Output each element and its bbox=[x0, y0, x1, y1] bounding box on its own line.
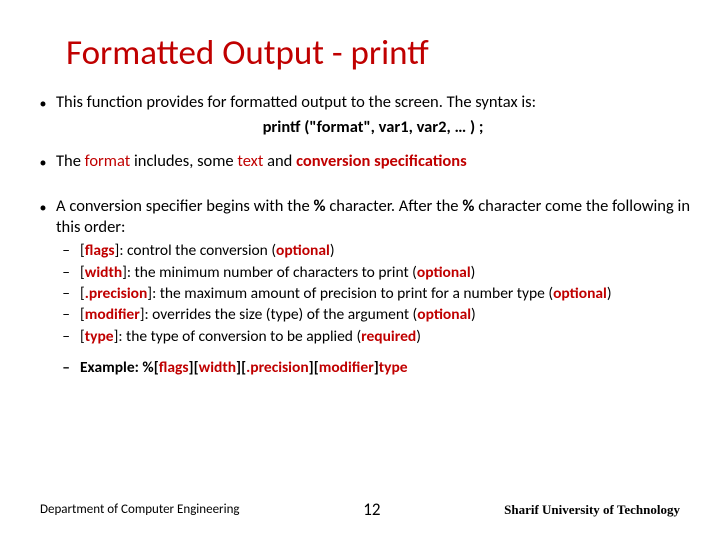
kw: type bbox=[85, 327, 114, 346]
footer-univ: Sharif University of Technology bbox=[504, 502, 680, 518]
dash: – bbox=[30, 327, 80, 346]
txt: : the type of conversion to be applied ( bbox=[118, 327, 361, 346]
kw: modifier bbox=[319, 358, 374, 377]
opt: optional bbox=[417, 305, 471, 324]
kw: width bbox=[85, 263, 122, 282]
footer: Department of Computer Engineering 12 Sh… bbox=[40, 499, 680, 520]
txt: : control the conversion ( bbox=[119, 241, 276, 260]
txt: includes, some bbox=[130, 151, 237, 171]
sub-example: – Example: %[flags][width][.precision][m… bbox=[30, 358, 690, 377]
kw: flags bbox=[85, 241, 115, 260]
txt: character. After the bbox=[326, 196, 463, 216]
opt: optional bbox=[276, 241, 330, 260]
txt: : the maximum amount of precision to pri… bbox=[152, 284, 553, 303]
dash: – bbox=[30, 263, 80, 282]
bullet-dot: • bbox=[30, 151, 56, 172]
bullet-intro: • This function provides for formatted o… bbox=[30, 92, 690, 137]
sub-modifier: – [modifier]: overrides the size (type) … bbox=[30, 305, 690, 324]
kw: width bbox=[199, 358, 236, 377]
txt: : overrides the size (type) of the argum… bbox=[145, 305, 418, 324]
dash: – bbox=[30, 241, 80, 260]
txt: ) bbox=[330, 241, 335, 260]
opt: optional bbox=[417, 263, 471, 282]
kw: .precision bbox=[246, 358, 309, 377]
kw: modifier bbox=[85, 305, 140, 324]
sub-width: – [width]: the minimum number of charact… bbox=[30, 263, 690, 282]
kw: type bbox=[379, 358, 408, 377]
intro-text: This function provides for formatted out… bbox=[56, 92, 536, 112]
footer-page: 12 bbox=[363, 499, 380, 520]
dash: – bbox=[30, 305, 80, 324]
opt: optional bbox=[553, 284, 607, 303]
kw-percent: % bbox=[313, 196, 325, 216]
bullet-dot: • bbox=[30, 196, 56, 237]
opt: required bbox=[361, 327, 416, 346]
printf-syntax: printf ("format", var1, var2, … ) ; bbox=[56, 117, 690, 138]
txt: and bbox=[263, 151, 296, 171]
dash: – bbox=[30, 284, 80, 303]
ex-label: Example: % bbox=[80, 358, 154, 377]
sub-flags: – [flags]: control the conversion (optio… bbox=[30, 241, 690, 260]
footer-dept: Department of Computer Engineering bbox=[40, 502, 240, 517]
slide-content: • This function provides for formatted o… bbox=[30, 92, 690, 377]
txt: ) bbox=[471, 263, 476, 282]
kw-convspec: conversion specifications bbox=[296, 151, 467, 171]
kw-percent: % bbox=[462, 196, 474, 216]
txt: A conversion specifier begins with the bbox=[56, 196, 313, 216]
bullet-format: • The format includes, some text and con… bbox=[30, 151, 690, 172]
txt: ) bbox=[471, 305, 476, 324]
kw: .precision bbox=[85, 284, 148, 303]
txt: The bbox=[56, 151, 85, 171]
bullet-specifier: • A conversion specifier begins with the… bbox=[30, 196, 690, 237]
kw-format: format bbox=[85, 151, 131, 171]
sub-type: – [type]: the type of conversion to be a… bbox=[30, 327, 690, 346]
page-title: Formatted Output - printf bbox=[66, 32, 690, 74]
bullet-dot: • bbox=[30, 92, 56, 137]
dash: – bbox=[30, 358, 80, 377]
kw: flags bbox=[159, 358, 189, 377]
txt: ) bbox=[416, 327, 421, 346]
sub-precision: – [.precision]: the maximum amount of pr… bbox=[30, 284, 690, 303]
txt: : the minimum number of characters to pr… bbox=[127, 263, 417, 282]
kw-text: text bbox=[237, 151, 263, 171]
txt: ) bbox=[607, 284, 612, 303]
